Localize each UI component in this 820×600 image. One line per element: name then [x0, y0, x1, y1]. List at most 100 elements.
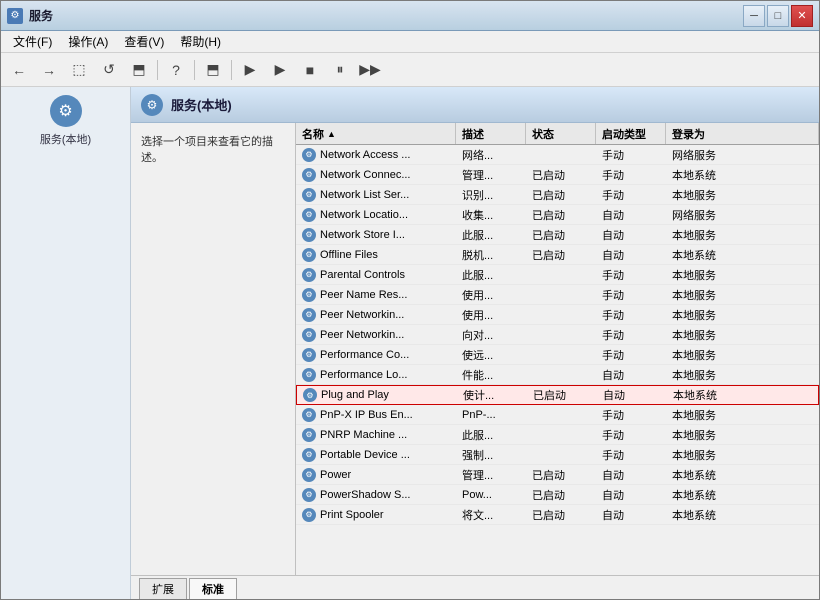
cell-desc: 管理...	[456, 466, 526, 484]
maximize-button[interactable]: □	[767, 5, 789, 27]
cell-start: 自动	[596, 226, 666, 244]
table-header: 名称 ▲ 描述 状态 启动类型 登录为	[296, 123, 819, 145]
col-name[interactable]: 名称 ▲	[296, 123, 456, 144]
cell-start: 自动	[596, 366, 666, 384]
table-row[interactable]: ⚙ Offline Files 脱机... 已启动 自动 本地系统	[296, 245, 819, 265]
services-header: ⚙ 服务(本地)	[131, 87, 819, 123]
cell-status	[526, 374, 596, 376]
cell-desc: 网络...	[456, 146, 526, 164]
cell-status: 已启动	[527, 386, 597, 404]
cell-name: ⚙ Peer Networkin...	[296, 327, 456, 343]
cell-desc: 识别...	[456, 186, 526, 204]
table-row[interactable]: ⚙ Peer Name Res... 使用... 手动 本地服务	[296, 285, 819, 305]
close-button[interactable]: ✕	[791, 5, 813, 27]
cell-name: ⚙ Performance Co...	[296, 347, 456, 363]
col-start[interactable]: 启动类型	[596, 123, 666, 144]
minimize-button[interactable]: ─	[743, 5, 765, 27]
row-icon: ⚙	[302, 328, 316, 342]
table-row[interactable]: ⚙ Performance Co... 使远... 手动 本地服务	[296, 345, 819, 365]
table-area: 名称 ▲ 描述 状态 启动类型 登录为	[296, 123, 819, 575]
row-icon: ⚙	[302, 228, 316, 242]
cell-start: 手动	[596, 426, 666, 444]
menu-file[interactable]: 文件(F)	[5, 31, 60, 52]
menu-action[interactable]: 操作(A)	[60, 31, 116, 52]
tab-expand[interactable]: 扩展	[139, 578, 187, 599]
col-login[interactable]: 登录为	[666, 123, 819, 144]
row-icon: ⚙	[302, 188, 316, 202]
cell-status	[526, 294, 596, 296]
row-icon: ⚙	[302, 308, 316, 322]
cell-desc: 此服...	[456, 226, 526, 244]
left-panel: ⚙ 服务(本地)	[1, 87, 131, 599]
table-row[interactable]: ⚙ Network Access ... 网络... 手动 网络服务	[296, 145, 819, 165]
restart-button[interactable]: ▶▶	[356, 57, 384, 83]
help-button[interactable]: ?	[162, 57, 190, 83]
table-row[interactable]: ⚙ PnP-X IP Bus En... PnP-... 手动 本地服务	[296, 405, 819, 425]
table-row[interactable]: ⚙ Plug and Play 使计... 已启动 自动 本地系统	[296, 385, 819, 405]
table-row[interactable]: ⚙ Power 管理... 已启动 自动 本地系统	[296, 465, 819, 485]
title-buttons: ─ □ ✕	[743, 5, 813, 27]
col-desc[interactable]: 描述	[456, 123, 526, 144]
cell-name: ⚙ Power	[296, 467, 456, 483]
cell-start: 自动	[596, 466, 666, 484]
cell-start: 自动	[596, 206, 666, 224]
table-row[interactable]: ⚙ Performance Lo... 件能... 自动 本地服务	[296, 365, 819, 385]
cell-name: ⚙ Network Access ...	[296, 147, 456, 163]
cell-status	[526, 414, 596, 416]
show-hide-button[interactable]: ⬒	[125, 57, 153, 83]
play2-button[interactable]: ▶	[266, 57, 294, 83]
menu-view[interactable]: 查看(V)	[116, 31, 172, 52]
up-button[interactable]: ⬚	[65, 57, 93, 83]
stop-button[interactable]: ■	[296, 57, 324, 83]
sort-arrow: ▲	[327, 129, 336, 139]
cell-status: 已启动	[526, 226, 596, 244]
row-icon: ⚙	[303, 388, 317, 402]
table-row[interactable]: ⚙ Network Locatio... 收集... 已启动 自动 网络服务	[296, 205, 819, 225]
toolbar-sep-1	[157, 60, 158, 80]
cell-start: 手动	[596, 406, 666, 424]
play-button[interactable]: ▶	[236, 57, 264, 83]
table-row[interactable]: ⚙ Network Connec... 管理... 已启动 手动 本地系统	[296, 165, 819, 185]
forward-button[interactable]: →	[35, 57, 63, 83]
row-icon: ⚙	[302, 248, 316, 262]
cell-login: 本地系统	[666, 246, 819, 264]
cell-name: ⚙ PNRP Machine ...	[296, 427, 456, 443]
cell-name: ⚙ Network Connec...	[296, 167, 456, 183]
cell-status: 已启动	[526, 206, 596, 224]
row-icon: ⚙	[302, 408, 316, 422]
col-status[interactable]: 状态	[526, 123, 596, 144]
pause-button[interactable]: ⏸	[326, 57, 354, 83]
table-row[interactable]: ⚙ Network Store I... 此服... 已启动 自动 本地服务	[296, 225, 819, 245]
row-icon: ⚙	[302, 488, 316, 502]
cell-login: 本地服务	[666, 406, 819, 424]
row-icon: ⚙	[302, 348, 316, 362]
table-body[interactable]: ⚙ Network Access ... 网络... 手动 网络服务 ⚙ Net…	[296, 145, 819, 575]
table-row[interactable]: ⚙ Parental Controls 此服... 手动 本地服务	[296, 265, 819, 285]
cell-status: 已启动	[526, 506, 596, 524]
cell-status	[526, 354, 596, 356]
table-row[interactable]: ⚙ Print Spooler 将文... 已启动 自动 本地系统	[296, 505, 819, 525]
cell-start: 自动	[596, 486, 666, 504]
left-panel-services[interactable]: ⚙ 服务(本地)	[9, 95, 122, 147]
main-content: ⚙ 服务(本地) ⚙ 服务(本地) 选择一个项目来查看它的描述。	[1, 87, 819, 599]
row-icon: ⚙	[302, 428, 316, 442]
cell-desc: Pow...	[456, 488, 526, 502]
cell-desc: 脱机...	[456, 246, 526, 264]
table-row[interactable]: ⚙ PNRP Machine ... 此服... 手动 本地服务	[296, 425, 819, 445]
table-row[interactable]: ⚙ Peer Networkin... 向对... 手动 本地服务	[296, 325, 819, 345]
refresh-button[interactable]: ↺	[95, 57, 123, 83]
cell-name: ⚙ Plug and Play	[297, 387, 457, 403]
menu-help[interactable]: 帮助(H)	[172, 31, 229, 52]
cell-desc: 此服...	[456, 266, 526, 284]
cell-login: 本地服务	[666, 306, 819, 324]
cell-status	[526, 454, 596, 456]
back-button[interactable]: ←	[5, 57, 33, 83]
table-row[interactable]: ⚙ Portable Device ... 强制... 手动 本地服务	[296, 445, 819, 465]
table-row[interactable]: ⚙ Network List Ser... 识别... 已启动 手动 本地服务	[296, 185, 819, 205]
tab-standard[interactable]: 标准	[189, 578, 237, 599]
table-row[interactable]: ⚙ Peer Networkin... 使用... 手动 本地服务	[296, 305, 819, 325]
cell-start: 手动	[596, 286, 666, 304]
view-button[interactable]: ⬒	[199, 57, 227, 83]
table-row[interactable]: ⚙ PowerShadow S... Pow... 已启动 自动 本地系统	[296, 485, 819, 505]
row-icon: ⚙	[302, 168, 316, 182]
